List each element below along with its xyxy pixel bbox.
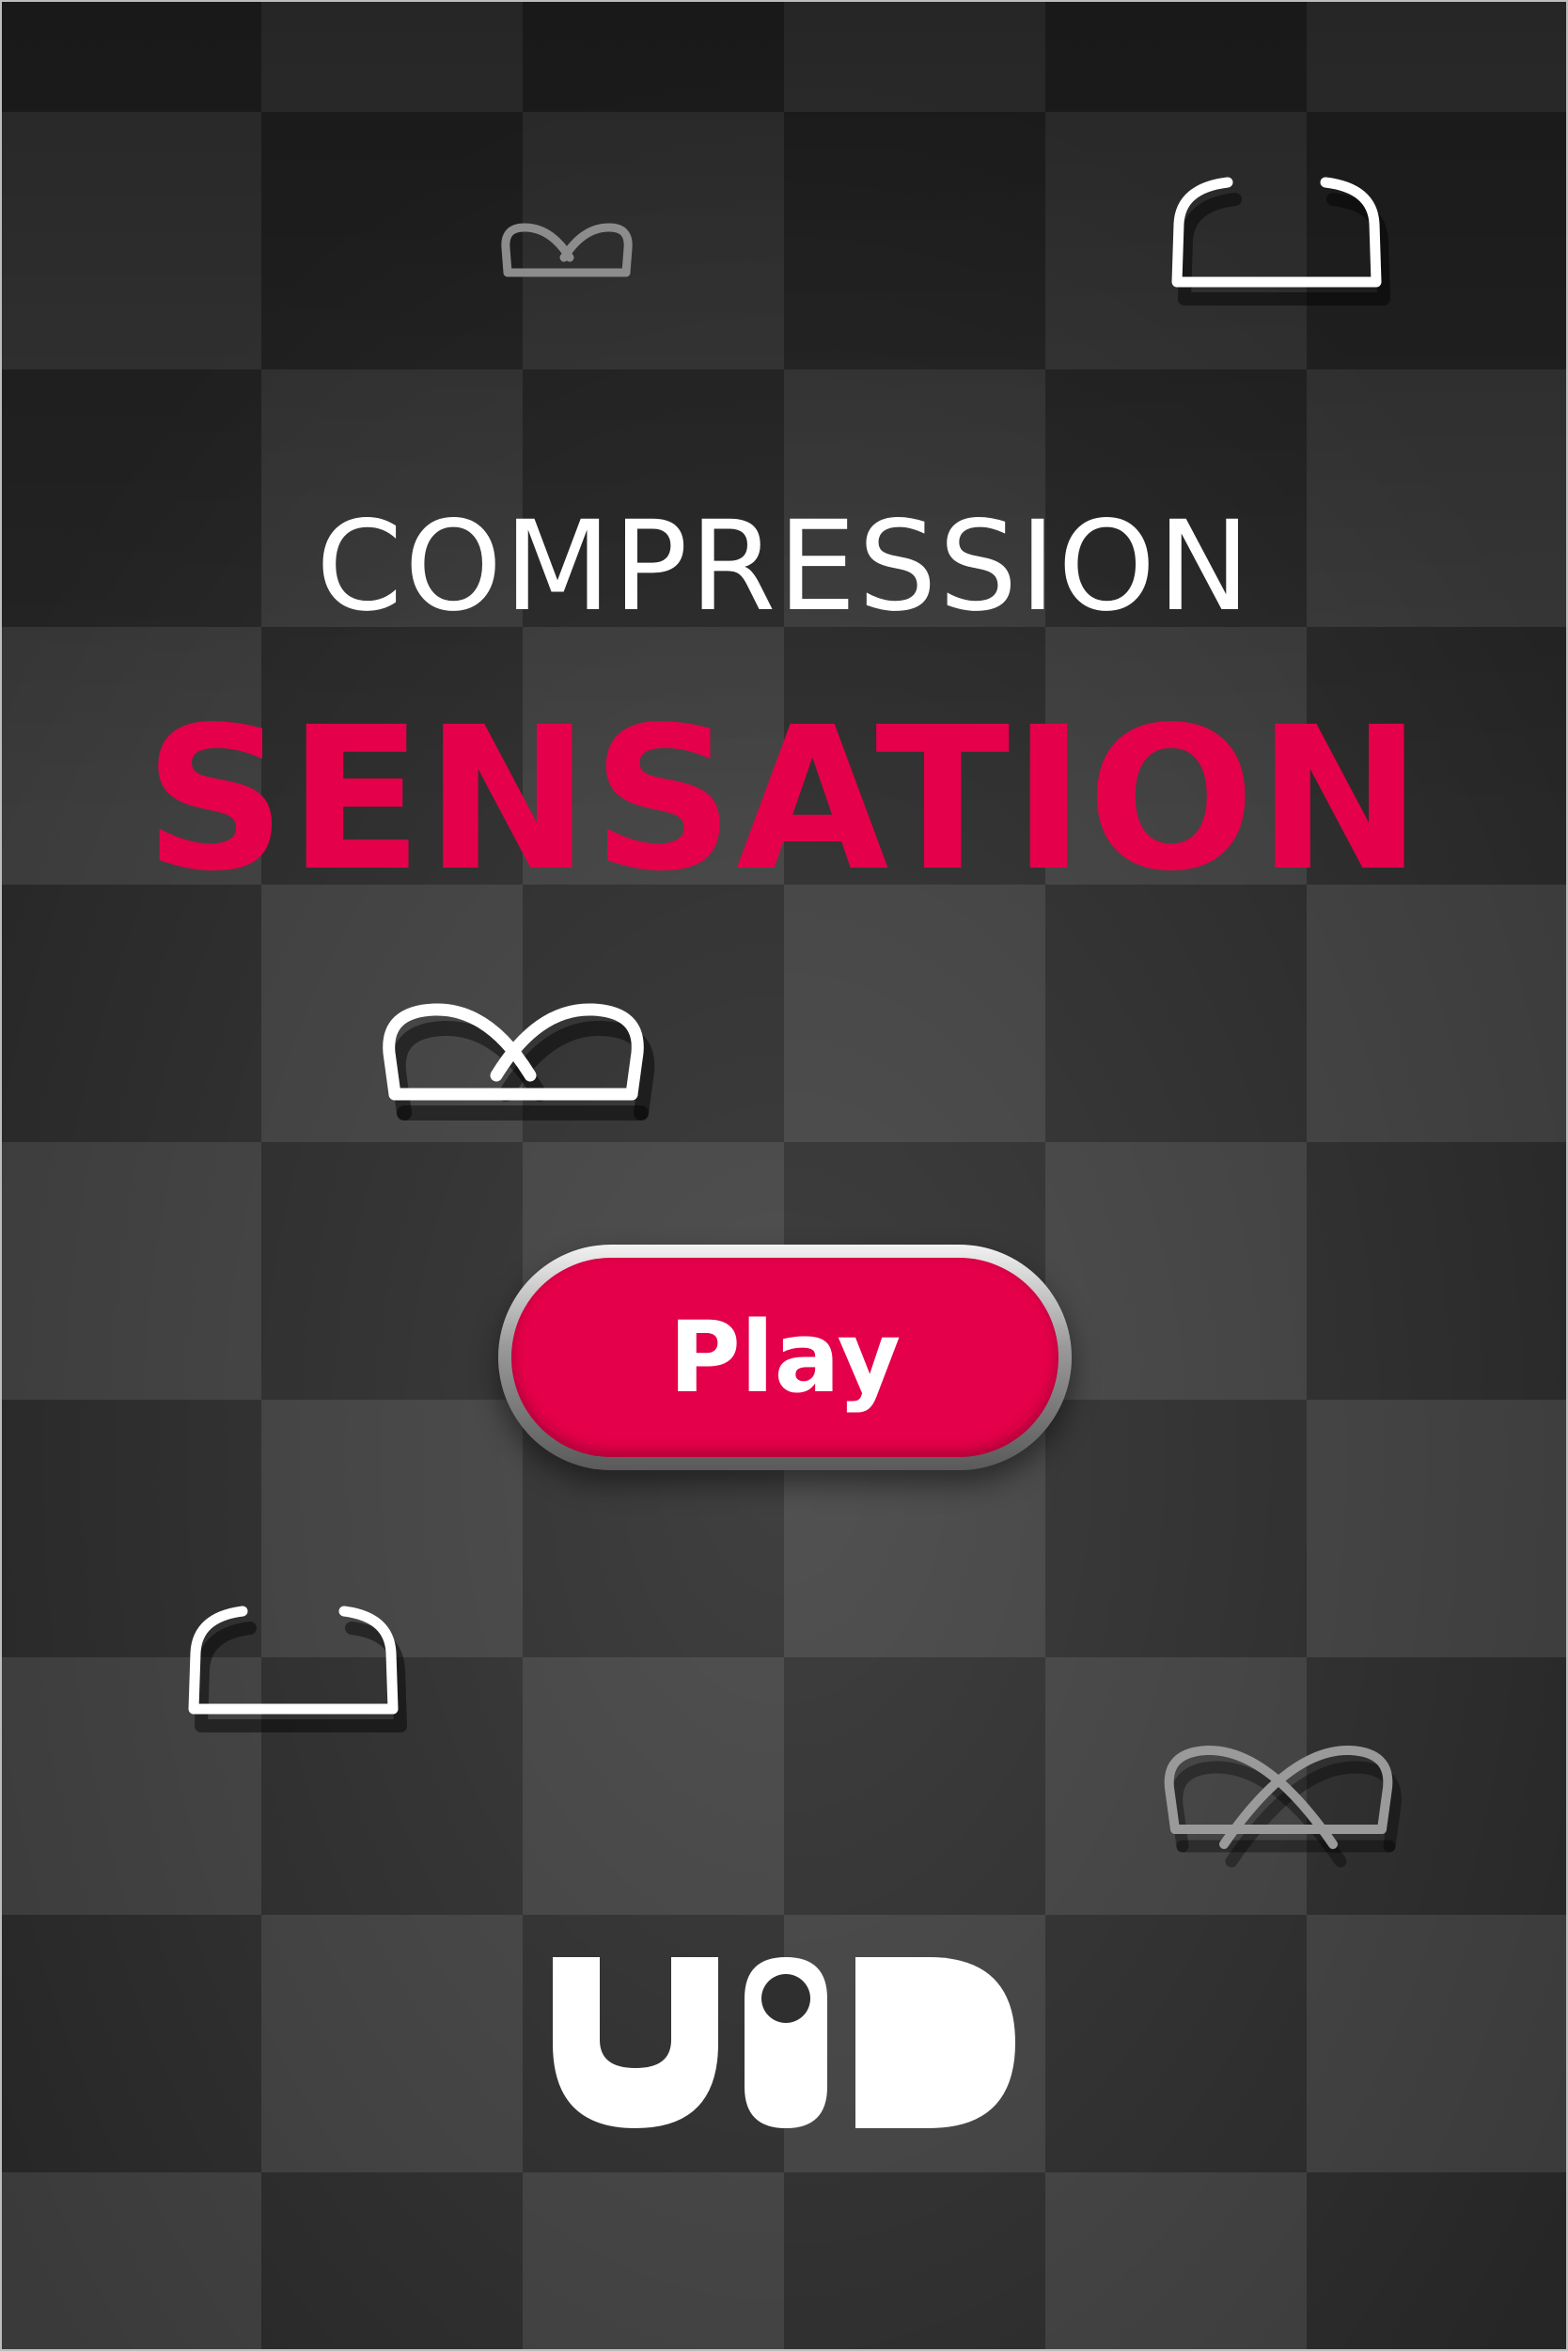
game-screen: COMPRESSION SENSATION Play (0, 0, 1568, 2351)
twisted-piece-icon (383, 1003, 655, 1121)
game-title-sensation: SENSATION (144, 684, 1424, 915)
play-button-label: Play (511, 1258, 1058, 1457)
twisted-piece-icon (1164, 1745, 1402, 1868)
game-title-compression: COMPRESSION (316, 494, 1252, 639)
play-button[interactable]: Play (498, 1245, 1072, 1470)
uid-logo-icon (553, 1957, 1015, 2128)
u-piece-icon (188, 1606, 407, 1732)
twisted-piece-icon (501, 223, 633, 277)
u-piece-icon (1171, 177, 1390, 306)
